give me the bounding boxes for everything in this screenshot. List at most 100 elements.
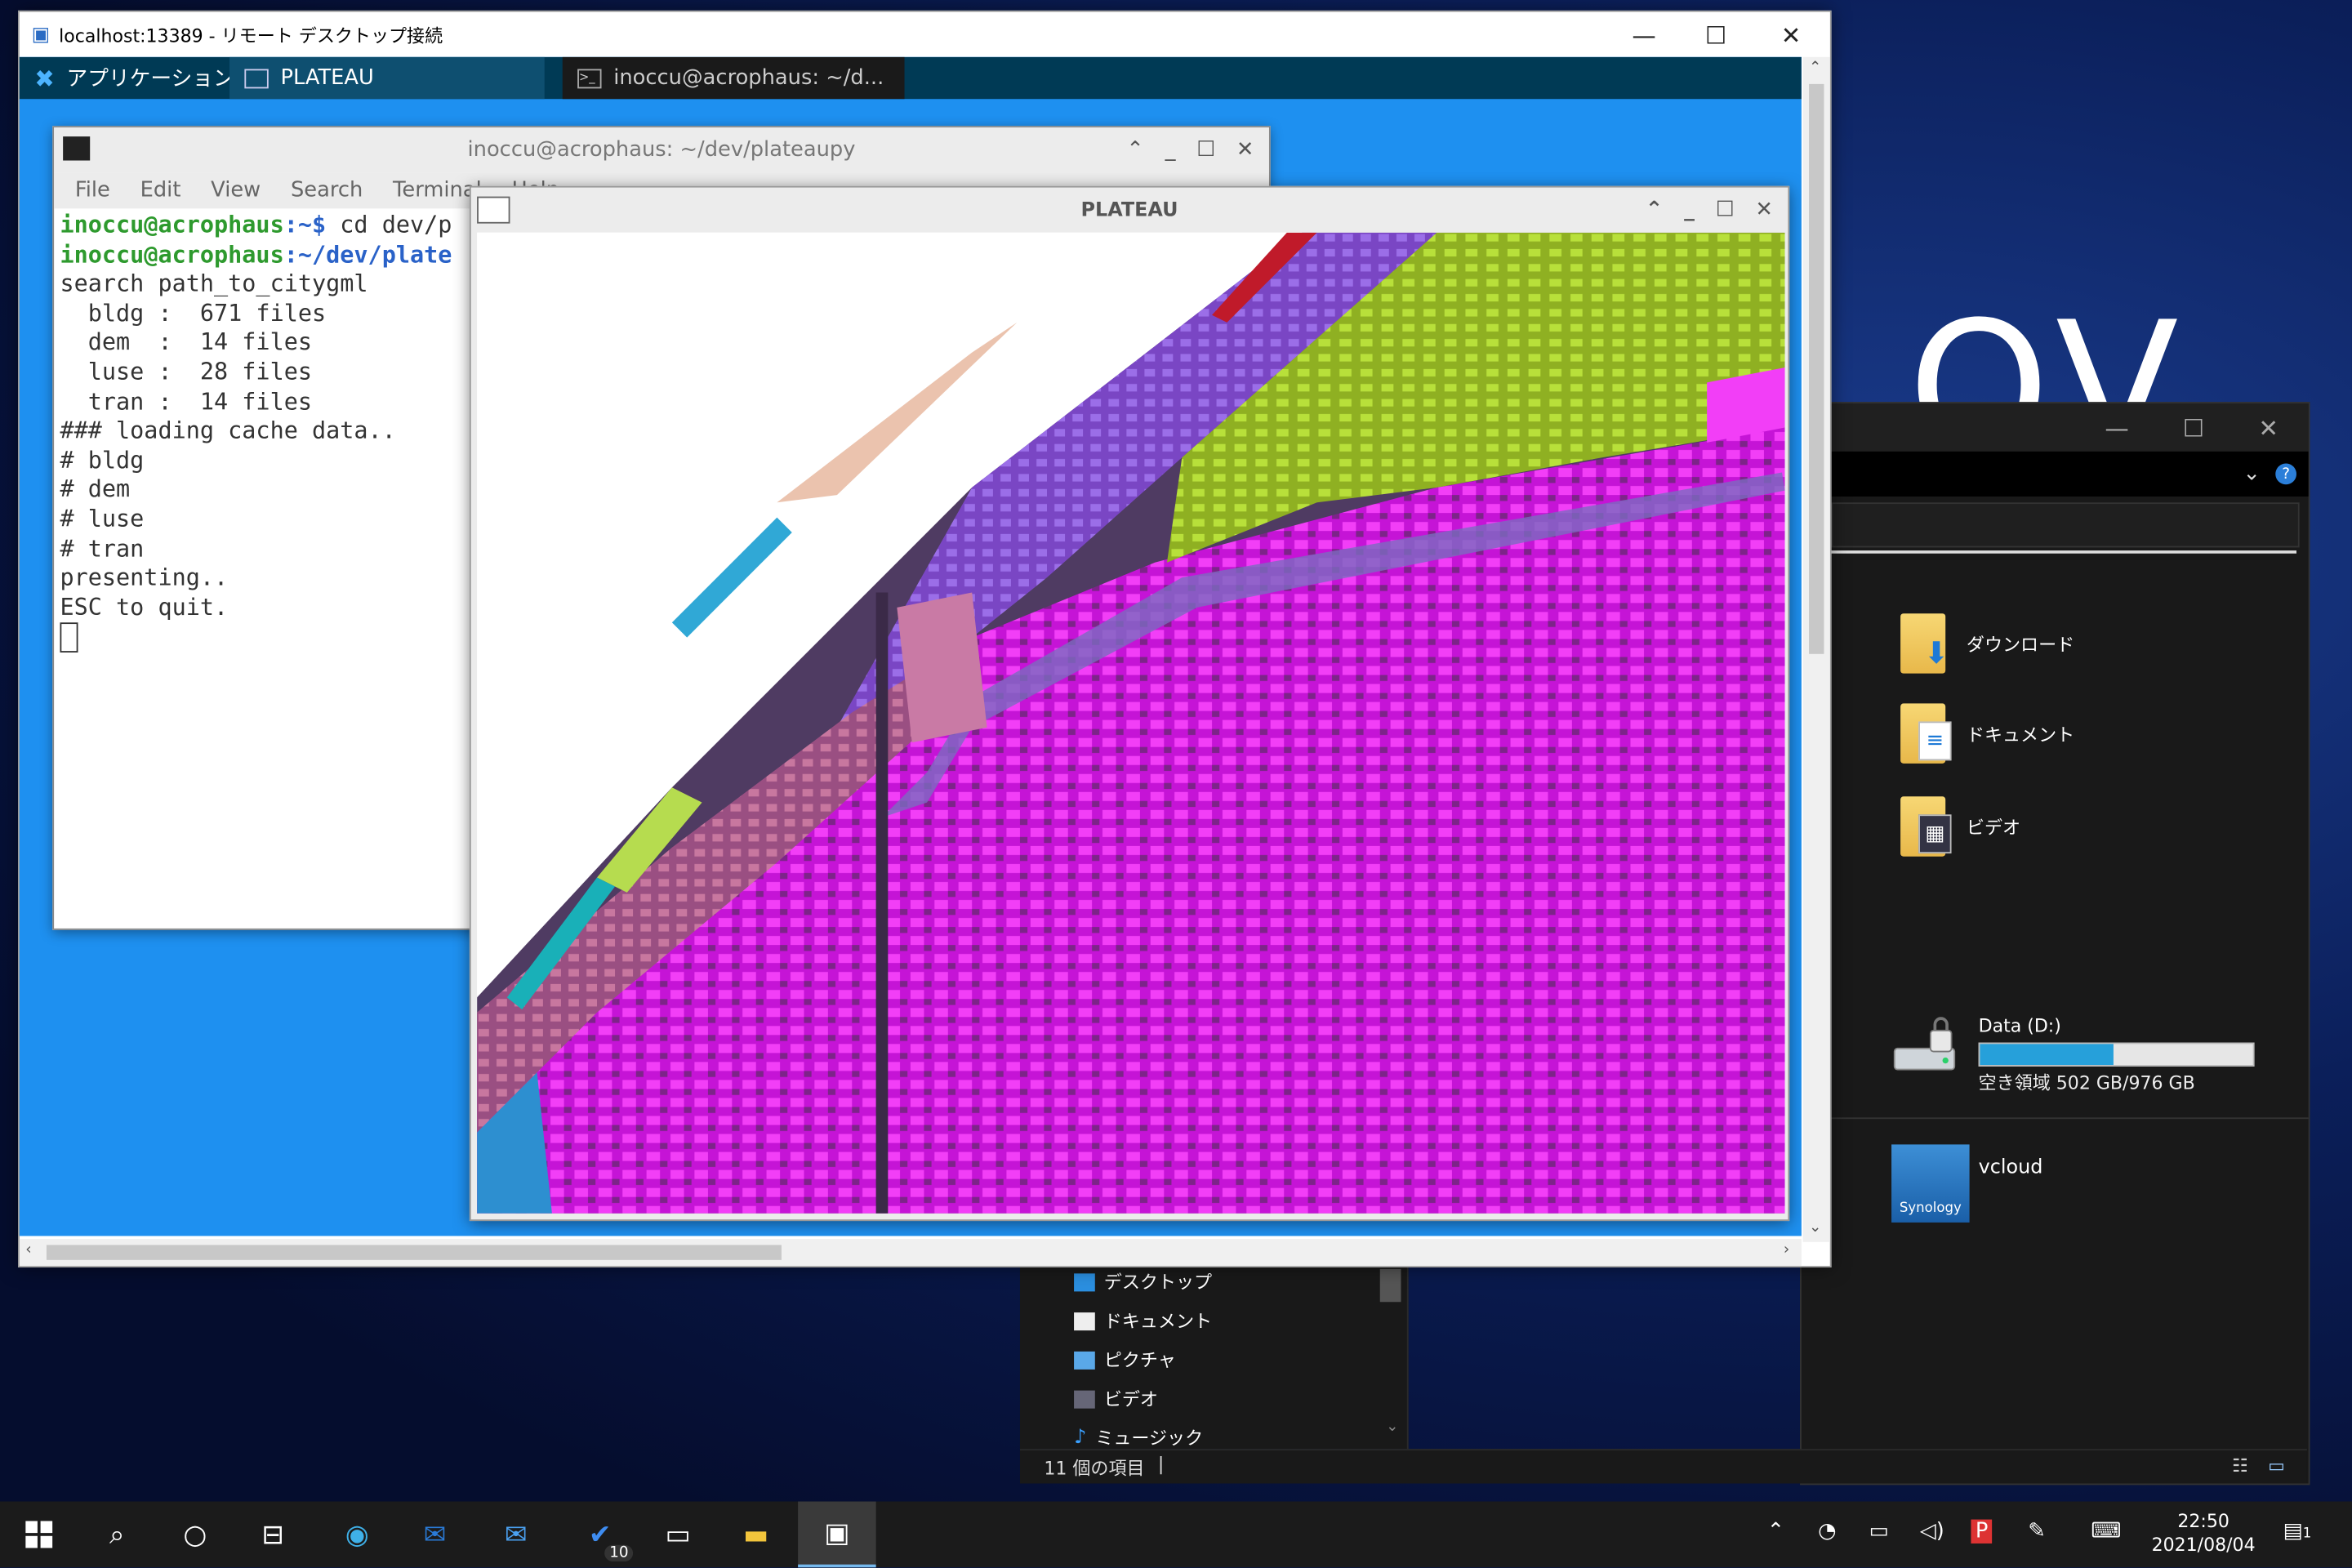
pen-icon[interactable]: ✎ (2028, 1520, 2046, 1544)
volume-icon[interactable]: ◁) (1920, 1520, 1944, 1544)
file-explorer-icon[interactable]: ▬ (732, 1511, 780, 1559)
folder-item-videos[interactable]: ▦ ビデオ (1900, 796, 2021, 857)
plateau-window-controls: ⌃ _ ☐ ✕ (1646, 188, 1773, 233)
battery-icon[interactable]: ▭ (1869, 1520, 1889, 1544)
nav-item-documents[interactable]: ドキュメント (1074, 1308, 1212, 1334)
nav-item-pictures[interactable]: ピクチャ (1074, 1347, 1176, 1372)
maximize-icon[interactable]: ☐ (1196, 138, 1215, 162)
minimize-icon[interactable]: — (2105, 413, 2128, 442)
drive-icon[interactable] (1891, 1015, 1960, 1075)
wifi-icon[interactable]: ◔ (1818, 1520, 1836, 1544)
chevron-up-icon[interactable]: ⌃ (1646, 198, 1664, 221)
drive-usage-fill (1980, 1044, 2114, 1066)
menu-view[interactable]: View (211, 179, 261, 203)
rdp-vertical-scrollbar[interactable]: ⌃ ⌄ (1802, 56, 1830, 1242)
rdp-title-text: localhost:13389 - リモート デスクトップ接続 (59, 24, 443, 47)
remote-session-area[interactable]: ✖ アプリケーション PLATEAU >_ inoccu@acrophaus: … (19, 56, 1802, 1236)
music-icon: ♪ (1074, 1426, 1087, 1450)
outlook-icon[interactable]: ✉ (411, 1511, 459, 1559)
keyboard-icon[interactable]: ⌨ (2091, 1520, 2121, 1544)
help-icon[interactable]: ? (2275, 463, 2296, 485)
notification-center-icon[interactable]: ▤1 (2283, 1520, 2311, 1544)
scroll-right-icon[interactable]: › (1784, 1242, 1789, 1258)
explorer-statusbar: 11 個の項目 | ☷ ▭ (1019, 1449, 2307, 1484)
maximize-icon[interactable]: ☐ (2183, 413, 2204, 442)
app-tray-icon[interactable]: P (1971, 1519, 1993, 1544)
taskbar-button-plateau[interactable]: PLATEAU (229, 56, 545, 100)
nav-item-desktop[interactable]: デスクトップ (1074, 1269, 1212, 1294)
chevron-down-icon[interactable]: ⌄ (2243, 462, 2261, 486)
system-clock[interactable]: 22:50 2021/08/04 (2148, 1509, 2259, 1557)
close-icon[interactable]: ✕ (1236, 138, 1254, 162)
file-explorer-window: — ☐ ✕ ⌄ ? ⬇ ダウンロード ≡ ドキュメント ▦ ビデオ Data (… (1800, 402, 2310, 1486)
clock-time: 22:50 (2177, 1510, 2230, 1532)
nav-item-label: ドキュメント (1103, 1311, 1213, 1332)
xfce-panel: ✖ アプリケーション PLATEAU >_ inoccu@acrophaus: … (19, 56, 1802, 100)
start-button[interactable] (15, 1511, 63, 1559)
mail-icon[interactable]: ✉ (492, 1511, 540, 1559)
close-icon[interactable]: ✕ (1755, 198, 1773, 221)
menu-search[interactable]: Search (291, 179, 363, 203)
explorer-ribbon: ⌄ ? (1801, 451, 2309, 497)
pictures-icon (1074, 1350, 1095, 1369)
videos-folder-icon: ▦ (1900, 796, 1952, 857)
rdp-horizontal-scrollbar[interactable]: ‹ › (19, 1239, 1802, 1267)
synology-logo-text: Synology (1899, 1201, 1962, 1217)
remote-desktop-taskbar-icon[interactable]: ▣ (798, 1501, 876, 1568)
applications-menu-button[interactable]: ✖ アプリケーション (20, 57, 249, 99)
task-view-icon[interactable]: ⊟ (249, 1511, 297, 1559)
show-hidden-icons-chevron-up-icon[interactable]: ⌃ (1767, 1520, 1785, 1544)
text-caret: | (1157, 1453, 1165, 1475)
search-box[interactable] (1831, 502, 2300, 548)
menu-terminal[interactable]: Terminal (393, 179, 482, 203)
minimize-icon[interactable]: _ (1165, 138, 1176, 162)
close-icon[interactable]: ✕ (2258, 413, 2278, 442)
synology-icon[interactable]: Synology (1891, 1144, 1970, 1223)
horizontal-scroll-thumb[interactable] (46, 1245, 782, 1260)
folder-label: ビデオ (1966, 817, 2021, 838)
nav-item-videos[interactable]: ビデオ (1074, 1386, 1158, 1411)
nav-item-label: デスクトップ (1103, 1272, 1213, 1294)
search-icon[interactable]: ⌕ (93, 1511, 141, 1559)
plateau-titlebar: PLATEAU ⌃ _ ☐ ✕ (471, 188, 1788, 233)
document-icon (1074, 1312, 1095, 1330)
explorer-address-area (1801, 497, 2300, 554)
terminal-app-icon (63, 136, 91, 161)
nav-item-music[interactable]: ♪ ミュージック (1074, 1425, 1203, 1450)
folder-item-downloads[interactable]: ⬇ ダウンロード (1900, 613, 2074, 674)
terminal-app-icon[interactable]: ▭ (654, 1511, 702, 1559)
edge-browser-icon[interactable]: ◉ (333, 1511, 381, 1559)
terminal-output[interactable]: inoccu@acrophaus:~$ cd dev/p inoccu@acro… (60, 212, 452, 653)
explorer-navigation-pane: デスクトップ ドキュメント ピクチャ ビデオ ♪ ミュージック ⌄ (1019, 1263, 1409, 1450)
rdp-maximize-button[interactable]: ☐ (1682, 12, 1750, 57)
large-icons-view-icon[interactable]: ▭ (2268, 1455, 2285, 1477)
scroll-up-icon[interactable]: ⌃ (1809, 60, 1821, 76)
menu-file[interactable]: File (75, 179, 110, 203)
taskbar-button-terminal[interactable]: >_ inoccu@acrophaus: ~/d... (562, 56, 905, 100)
scroll-left-icon[interactable]: ‹ (25, 1242, 31, 1258)
chevron-up-icon[interactable]: ⌃ (1126, 138, 1144, 162)
scroll-down-icon[interactable]: ⌄ (1809, 1219, 1821, 1236)
xfce-mouse-icon: ✖ (34, 64, 55, 92)
todo-icon[interactable]: ✔ 10 (576, 1511, 634, 1562)
rdp-close-button[interactable]: ✕ (1757, 12, 1825, 57)
scroll-down-icon[interactable]: ⌄ (1386, 1419, 1398, 1436)
clock-date: 2021/08/04 (2151, 1534, 2256, 1556)
rdp-titlebar: ▣ localhost:13389 - リモート デスクトップ接続 — ☐ ✕ (19, 11, 1830, 57)
rdp-minimize-button[interactable]: — (1610, 12, 1678, 57)
maximize-icon[interactable]: ☐ (1716, 198, 1735, 221)
plateau-viewer-window[interactable]: PLATEAU ⌃ _ ☐ ✕ (469, 185, 1790, 1222)
terminal-icon: >_ (577, 68, 602, 88)
menu-edit[interactable]: Edit (140, 179, 181, 203)
task-label: PLATEAU (280, 65, 374, 91)
video-icon (1074, 1389, 1095, 1408)
nav-scrollbar-thumb[interactable] (1379, 1268, 1401, 1303)
program-output: search path_to_citygml bldg : 671 files … (60, 270, 396, 621)
minimize-icon[interactable]: _ (1684, 198, 1695, 221)
details-view-icon[interactable]: ☷ (2232, 1455, 2248, 1477)
cortana-icon[interactable]: ○ (171, 1511, 219, 1559)
vertical-scroll-thumb[interactable] (1809, 83, 1824, 654)
folder-item-documents[interactable]: ≡ ドキュメント (1900, 703, 2074, 764)
3d-city-render[interactable] (477, 232, 1785, 1214)
task-label: inoccu@acrophaus: ~/d... (613, 65, 884, 91)
